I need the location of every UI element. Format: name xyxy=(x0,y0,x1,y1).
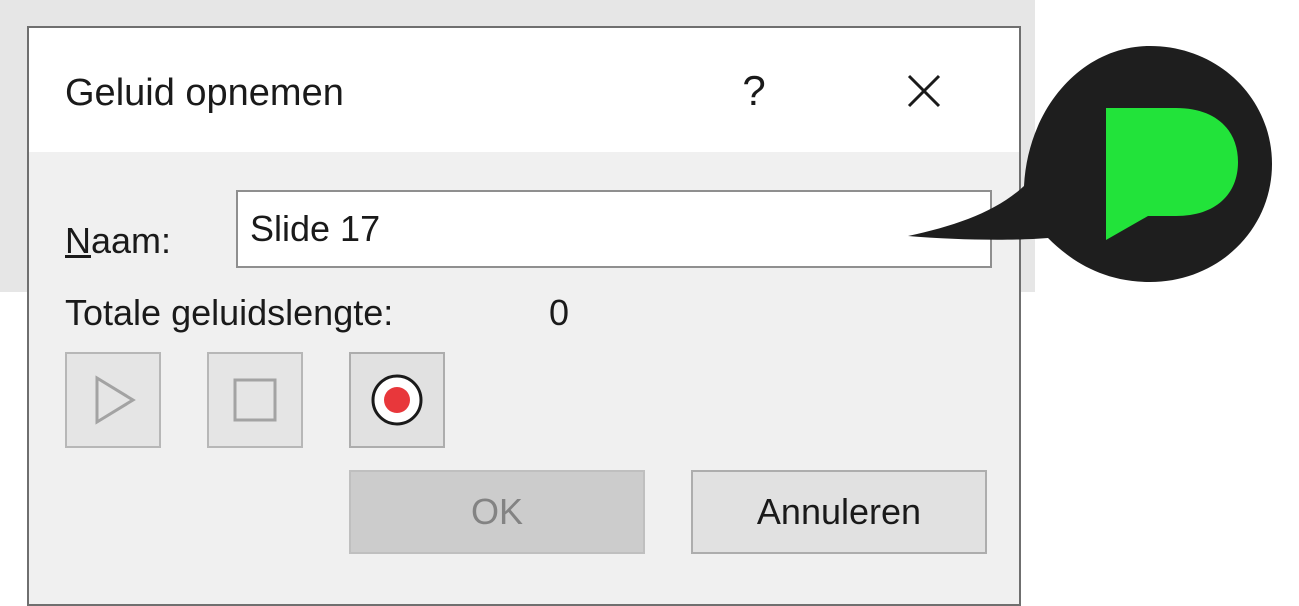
ok-button-label: OK xyxy=(470,491,523,532)
cancel-button[interactable]: Annuleren xyxy=(691,470,987,554)
name-label-text: aam: xyxy=(91,220,172,261)
dialog-titlebar: Geluid opnemen ? xyxy=(29,28,1019,152)
name-label-accelerator: N xyxy=(65,220,91,261)
brand-logo-icon xyxy=(908,46,1272,282)
dialog-title: Geluid opnemen xyxy=(65,72,344,114)
record-sound-dialog: Geluid opnemen ? Naam: Totale geluidslen… xyxy=(27,26,1021,606)
ok-button[interactable]: OK xyxy=(349,470,645,554)
stop-button[interactable] xyxy=(207,352,303,448)
stop-icon xyxy=(233,378,277,422)
help-icon: ? xyxy=(742,67,766,114)
name-input[interactable] xyxy=(236,190,992,268)
total-length-value: 0 xyxy=(549,292,570,333)
cancel-button-label: Annuleren xyxy=(756,491,922,532)
record-icon xyxy=(371,374,423,426)
help-button[interactable]: ? xyxy=(719,56,789,126)
play-icon xyxy=(95,375,136,425)
record-button[interactable] xyxy=(349,352,445,448)
play-button[interactable] xyxy=(65,352,161,448)
total-length-label: Totale geluidslengte: xyxy=(65,292,394,333)
name-label: Naam: xyxy=(65,220,171,262)
